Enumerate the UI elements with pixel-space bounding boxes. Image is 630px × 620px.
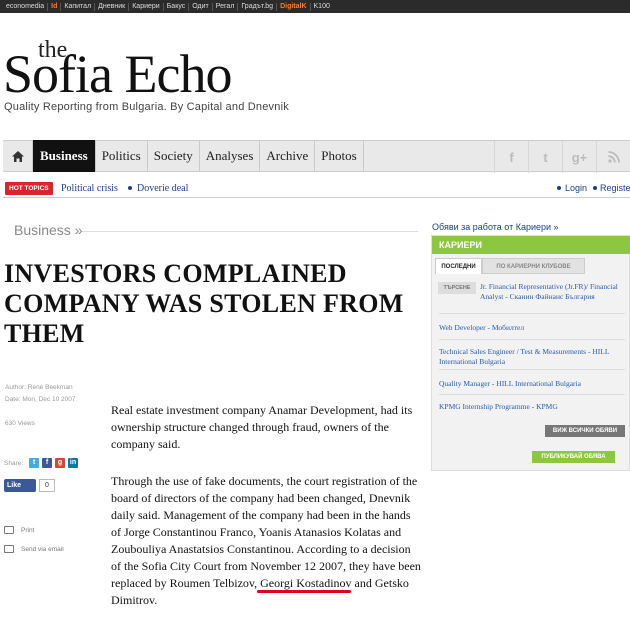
google-share-icon[interactable]: g — [55, 458, 65, 468]
network-link[interactable]: Регал — [213, 2, 239, 11]
highlight-underline — [257, 590, 351, 593]
section-breadcrumb[interactable]: Business » — [14, 222, 82, 238]
job-divider — [439, 339, 625, 340]
article-author: Author: Rene Beekman — [5, 384, 73, 391]
home-icon — [11, 150, 24, 162]
home-button[interactable] — [3, 140, 33, 172]
article-views: 630 Views — [5, 420, 35, 427]
network-link[interactable]: Одит — [189, 2, 213, 11]
hot-topics-badge: HOT TOPICS — [5, 182, 53, 195]
bullet-icon — [557, 186, 561, 190]
tab-career-clubs[interactable]: ПО КАРИЕРНИ КЛУБОВЕ — [482, 258, 585, 274]
network-link[interactable]: Кариери — [129, 2, 164, 11]
article-paragraph: Real estate investment company Anamar De… — [111, 403, 413, 451]
tab-latest[interactable]: ПОСЛЕДНИ — [435, 258, 482, 274]
rss-icon[interactable] — [596, 141, 630, 173]
twitter-icon[interactable]: t — [528, 141, 562, 173]
network-bar: economedia Id Капитал Дневник Кариери Ба… — [0, 0, 630, 13]
print-link[interactable]: Print — [4, 526, 34, 534]
facebook-like-button[interactable]: Like — [4, 479, 36, 492]
article-title: INVESTORS COMPLAINED COMPANY WAS STOLEN … — [4, 259, 404, 348]
login-link[interactable]: Login — [565, 183, 587, 193]
nav-politics[interactable]: Politics — [96, 140, 148, 172]
linkedin-share-icon[interactable]: in — [68, 458, 78, 468]
article-date: Date: Mon, Dec 10 2007 — [5, 396, 76, 403]
google-plus-icon[interactable]: g+ — [562, 141, 596, 173]
register-link[interactable]: Register — [600, 183, 630, 193]
hot-topics-bar: HOT TOPICS Political crisis Doverie deal… — [3, 180, 630, 198]
job-divider — [439, 313, 625, 314]
network-link[interactable]: Градът.bg — [238, 2, 278, 11]
jobs-widget: КАРИЕРИ ПОСЛЕДНИ ПО КАРИЕРНИ КЛУБОВЕ ТЪР… — [431, 235, 630, 471]
job-listing-link[interactable]: KPMG Internship Programme - KPMG — [439, 402, 625, 412]
printer-icon — [4, 526, 14, 534]
jobs-header: КАРИЕРИ — [432, 236, 630, 254]
network-link[interactable]: economedia — [3, 2, 49, 11]
jobs-top-link[interactable]: Обяви за работа от Кариери » — [432, 222, 559, 232]
main-nav: Business Politics Society Analyses Archi… — [3, 140, 630, 173]
hot-topic-link[interactable]: Political crisis — [61, 183, 118, 194]
network-link[interactable]: Id — [48, 2, 62, 11]
like-label: Like — [7, 482, 22, 489]
site-logo[interactable]: Sofia Echo — [3, 47, 232, 101]
facebook-share-icon[interactable]: f — [42, 458, 52, 468]
hot-topic-link[interactable]: Doverie deal — [137, 183, 188, 194]
nav-photos[interactable]: Photos — [315, 140, 364, 172]
twitter-share-icon[interactable]: t — [29, 458, 39, 468]
section-divider — [82, 231, 418, 232]
publish-job-button[interactable]: ПУБЛИКУВАЙ ОБЯВА — [532, 451, 615, 463]
envelope-icon — [4, 545, 14, 553]
view-all-jobs-button[interactable]: ВИЖ ВСИЧКИ ОБЯВИ — [545, 425, 625, 437]
job-divider — [439, 394, 625, 395]
network-link[interactable]: DigitalK — [277, 2, 311, 11]
network-link[interactable]: K100 — [311, 3, 333, 11]
job-divider — [439, 369, 625, 370]
nav-analyses[interactable]: Analyses — [200, 140, 261, 172]
job-listing-link[interactable]: Quality Manager - HILL International Bul… — [439, 379, 625, 389]
nav-business[interactable]: Business — [33, 140, 96, 172]
network-link[interactable]: Дневник — [95, 2, 130, 11]
network-link[interactable]: Бакус — [164, 2, 190, 11]
article-paragraph: Through the use of fake documents, the c… — [111, 474, 421, 607]
share-label: Share: — [4, 460, 24, 467]
network-link[interactable]: Капитал — [61, 2, 96, 11]
jobs-search-button[interactable]: ТЪРСЕНЕ — [438, 282, 476, 294]
print-label: Print — [21, 526, 35, 534]
bullet-icon — [593, 186, 597, 190]
like-count: 0 — [39, 479, 55, 492]
bullet-icon — [128, 186, 132, 190]
job-listing-link[interactable]: Technical Sales Engineer / Test & Measur… — [439, 347, 625, 367]
job-listing-link[interactable]: Web Developer - Мобилтел — [439, 323, 625, 333]
nav-society[interactable]: Society — [148, 140, 200, 172]
nav-archive[interactable]: Archive — [260, 140, 316, 172]
email-link[interactable]: Send via email — [4, 545, 64, 553]
email-label: Send via email — [21, 545, 64, 553]
job-listing-link[interactable]: Jr. Financial Representative (Jr.FR)/ Fi… — [480, 282, 626, 302]
site-tagline: Quality Reporting from Bulgaria. By Capi… — [4, 101, 289, 113]
facebook-icon[interactable]: f — [494, 141, 528, 173]
